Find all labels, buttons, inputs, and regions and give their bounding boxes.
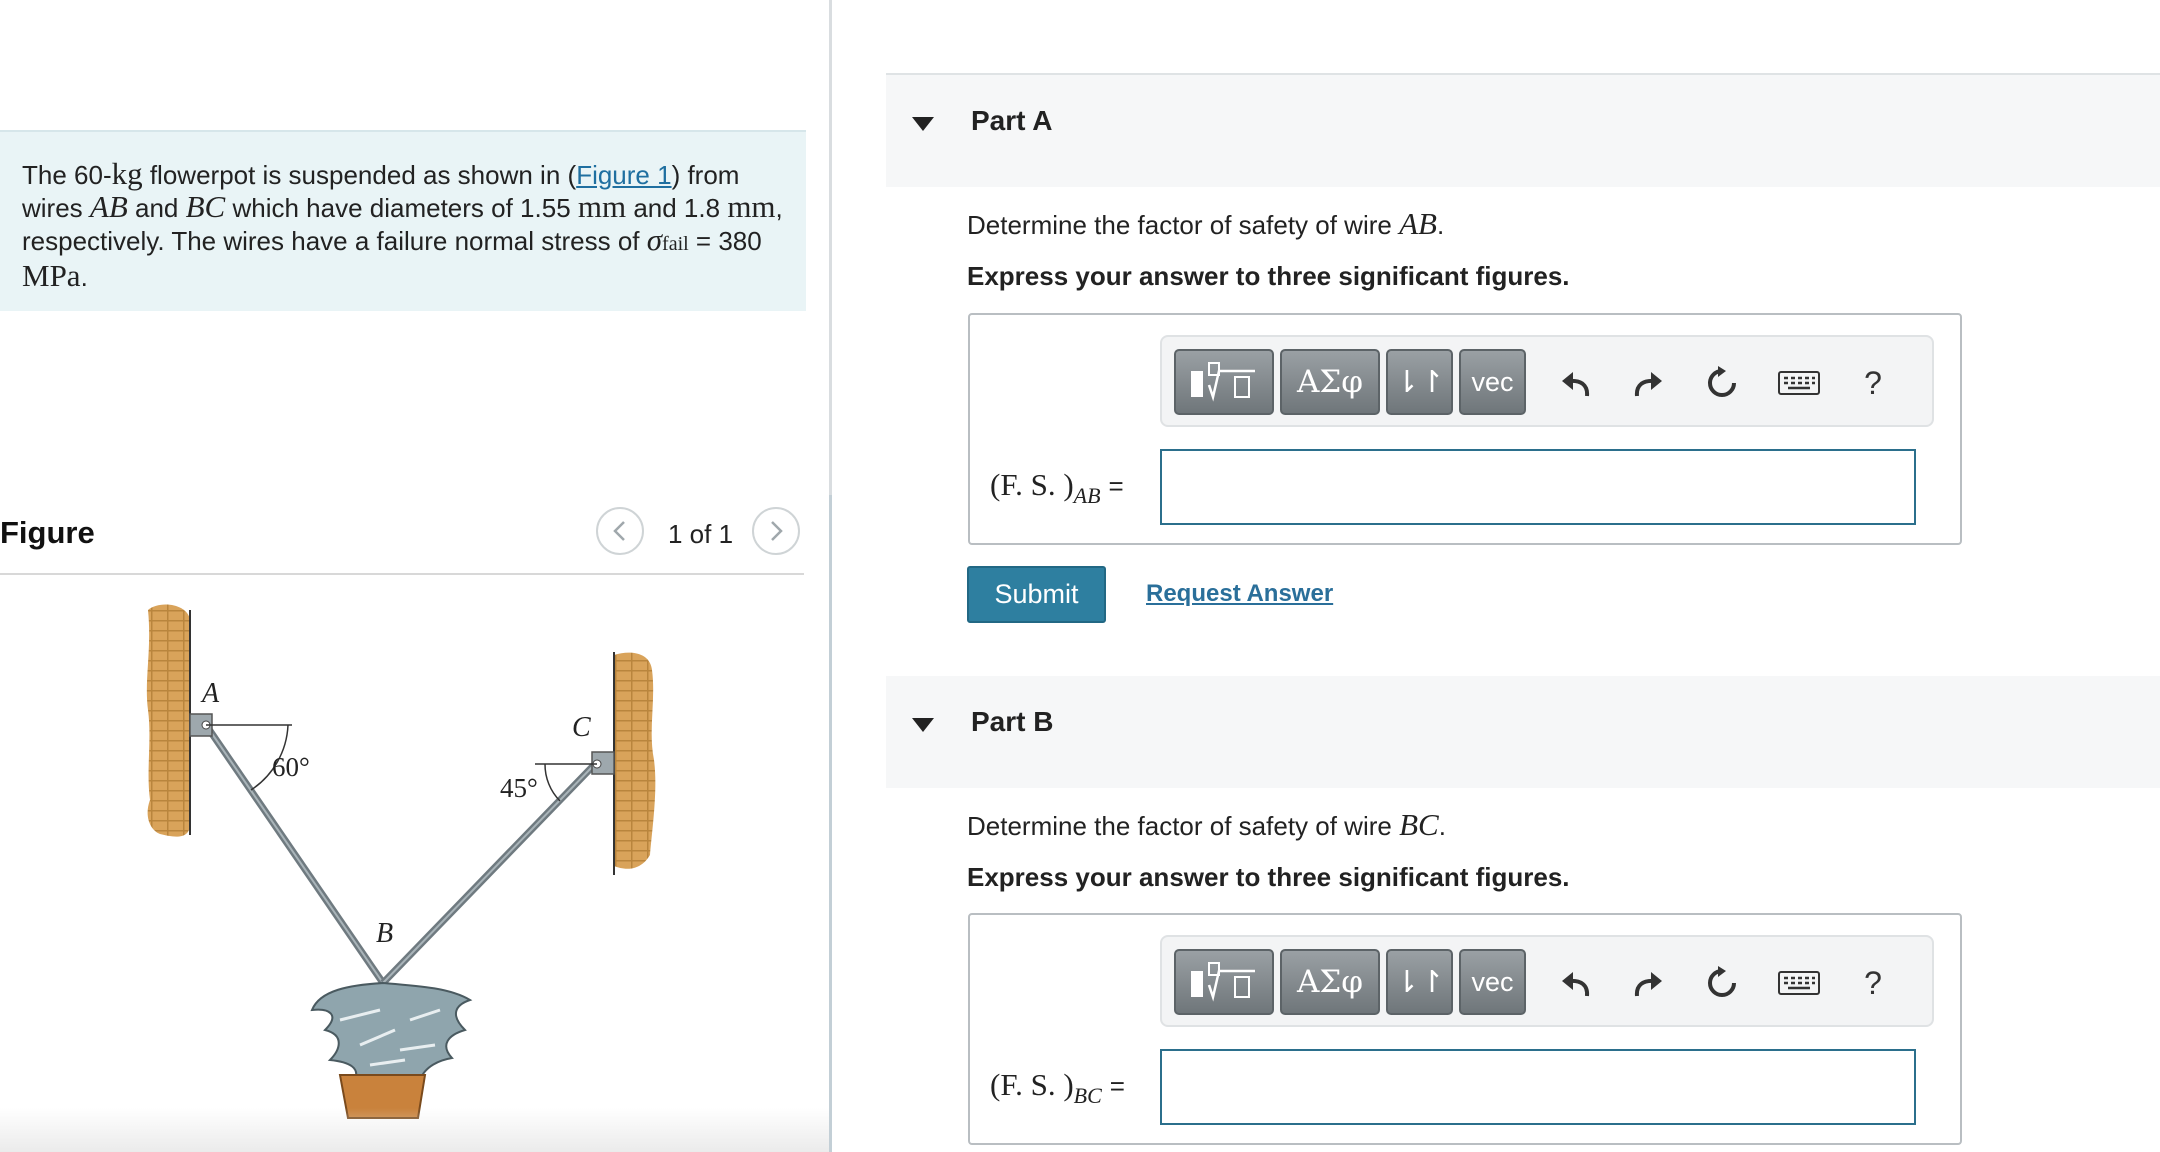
label-a: A [200, 678, 220, 709]
part-b-answer-box: ΑΣφ ⇂↾ vec ? (F. S. )BC = [968, 913, 1962, 1145]
undo-button[interactable] [1556, 961, 1596, 1005]
equals-sign: = [1108, 471, 1124, 501]
part-b-header[interactable]: Part B [886, 676, 2160, 788]
part-b-title: Part B [971, 706, 1054, 737]
help-button[interactable]: ? [1858, 961, 1888, 1005]
sigma-subscript: fail [662, 233, 689, 255]
answer-label-subscript: BC [1073, 1083, 1102, 1108]
label-c: C [572, 712, 591, 743]
previous-figure-button[interactable] [596, 507, 644, 555]
problem-statement: The 60-kg flowerpot is suspended as show… [0, 130, 806, 311]
templates-icon [1191, 362, 1255, 402]
figure-header: Figure 1 of 1 [0, 505, 804, 575]
part-a-answer-label: (F. S. )AB = [990, 467, 1124, 508]
undo-button[interactable] [1556, 361, 1596, 405]
flowerpot-figure: A 60° C 45° B [146, 604, 656, 1119]
left-wall [146, 604, 191, 837]
part-b-answer-label: (F. S. )BC = [990, 1067, 1125, 1108]
question-text: Determine the factor of safety of wire [967, 210, 1400, 240]
question-text: Determine the factor of safety of wire [967, 811, 1400, 841]
answer-label-subscript: AB [1073, 483, 1101, 508]
redo-icon [1634, 372, 1662, 397]
submit-button[interactable]: Submit [967, 566, 1106, 623]
undo-icon [1562, 972, 1590, 997]
question-variable: BC [1399, 807, 1439, 842]
keyboard-button[interactable] [1776, 361, 1822, 405]
angle-label-c: 45° [500, 773, 538, 803]
problem-text: = 380 [688, 226, 762, 256]
help-button[interactable]: ? [1858, 361, 1888, 405]
pane-divider-scroll [829, 495, 832, 1152]
figure-link[interactable]: Figure 1 [576, 160, 671, 190]
greek-symbols-button[interactable]: ΑΣφ [1280, 949, 1380, 1015]
request-answer-link[interactable]: Request Answer [1146, 580, 1333, 608]
collapse-caret-icon[interactable] [912, 117, 934, 131]
greek-symbols-button[interactable]: ΑΣφ [1280, 349, 1380, 415]
mass-unit: kg [111, 156, 143, 191]
part-b-instruction: Express your answer to three significant… [967, 862, 1570, 892]
flowerpot [310, 981, 473, 1119]
part-a-answer-box: ΑΣφ ⇂↾ vec ? (F. S. )AB = [968, 313, 1962, 545]
part-a-title: Part A [971, 105, 1053, 136]
angle-arc-c [544, 763, 561, 802]
part-a-answer-input[interactable] [1160, 449, 1916, 525]
sigma-symbol: σ [646, 222, 663, 257]
templates-icon [1191, 962, 1255, 1002]
stress-unit: MPa [22, 258, 81, 293]
reset-button[interactable] [1702, 361, 1742, 405]
length-unit: mm [727, 189, 776, 224]
right-wall [614, 652, 656, 869]
redo-icon [1634, 972, 1662, 997]
problem-text: and 1.8 [626, 193, 728, 223]
part-a-instruction: Express your answer to three significant… [967, 261, 1570, 291]
subscript-superscript-button[interactable]: ⇂↾ [1386, 349, 1453, 415]
problem-text: which have diameters of 1.55 [225, 193, 578, 223]
figure-page-counter: 1 of 1 [668, 519, 734, 549]
question-text: . [1438, 811, 1446, 841]
keyboard-icon [1778, 371, 1820, 395]
answer-label-main: (F. S. ) [990, 1067, 1074, 1102]
question-variable: AB [1399, 206, 1437, 241]
redo-button[interactable] [1628, 961, 1668, 1005]
problem-text: The 60- [22, 160, 112, 190]
vector-button[interactable]: vec [1459, 349, 1526, 415]
bottom-shadow [0, 1108, 830, 1152]
keyboard-button[interactable] [1776, 961, 1822, 1005]
problem-text: and [127, 193, 186, 223]
templates-button[interactable] [1174, 349, 1274, 415]
wire-ab-symbol: AB [89, 189, 128, 224]
label-b: B [376, 918, 393, 949]
question-text: . [1436, 210, 1445, 240]
answer-label-main: (F. S. ) [990, 467, 1074, 502]
next-figure-button[interactable] [752, 507, 800, 555]
chevron-left-icon [613, 521, 625, 541]
length-unit: mm [577, 189, 627, 224]
wire-bc-symbol: BC [185, 189, 226, 224]
part-b-answer-input[interactable] [1160, 1049, 1916, 1125]
part-a-header[interactable]: Part A [886, 75, 2160, 187]
problem-text: flowerpot is suspended as shown in ( [142, 160, 577, 190]
part-a-question: Determine the factor of safety of wire A… [967, 206, 1444, 242]
reset-button[interactable] [1702, 961, 1742, 1005]
keyboard-icon [1778, 971, 1820, 995]
angle-label-a: 60° [272, 752, 310, 782]
math-toolbar: ΑΣφ ⇂↾ vec ? [1160, 935, 1934, 1027]
undo-icon [1562, 372, 1590, 397]
templates-button[interactable] [1174, 949, 1274, 1015]
vector-button[interactable]: vec [1459, 949, 1526, 1015]
wire-bc-highlight [382, 763, 596, 984]
collapse-caret-icon[interactable] [912, 718, 934, 732]
subscript-superscript-button[interactable]: ⇂↾ [1386, 949, 1453, 1015]
chevron-right-icon [771, 521, 783, 541]
math-toolbar: ΑΣφ ⇂↾ vec ? [1160, 335, 1934, 427]
part-b-question: Determine the factor of safety of wire B… [967, 807, 1446, 843]
figure-title: Figure [0, 515, 95, 550]
reset-icon [1708, 966, 1736, 997]
equals-sign: = [1109, 1071, 1125, 1101]
problem-text: . [80, 262, 88, 292]
reset-icon [1708, 366, 1736, 397]
redo-button[interactable] [1628, 361, 1668, 405]
